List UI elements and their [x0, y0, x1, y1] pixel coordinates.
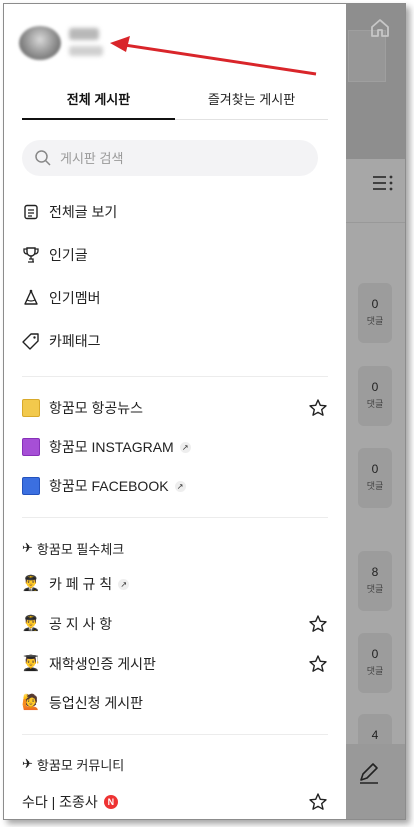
external-link-icon: ↗	[179, 441, 191, 453]
menu-cafe-tags[interactable]: 카페태그	[22, 326, 338, 356]
background-divider	[346, 222, 405, 223]
section-divider	[22, 734, 328, 735]
party-hat-icon	[22, 289, 40, 307]
board-notices[interactable]: 👨‍✈️ 공 지 사 항	[22, 609, 338, 639]
favorite-star-icon[interactable]	[308, 654, 328, 674]
section-divider	[22, 376, 328, 377]
annotation-arrow	[110, 36, 317, 76]
section-divider	[22, 517, 328, 518]
board-facebook[interactable]: 항꿈모 FACEBOOK ↗	[22, 471, 338, 501]
external-link-icon: ↗	[174, 480, 186, 492]
blurred-nickname	[69, 28, 99, 40]
trophy-icon	[22, 246, 40, 264]
menu-popular-members[interactable]: 인기멤버	[22, 283, 338, 313]
menu-all-posts[interactable]: 전체글 보기	[22, 197, 338, 227]
airplane-icon: ✈	[22, 756, 33, 771]
background-app: 0 댓글 0 댓글 0 댓글 8 댓글 0 댓글 4	[346, 4, 405, 819]
tab-favorite-boards[interactable]: 즐겨찾는 게시판	[175, 82, 328, 120]
board-tabs: 전체 게시판 즐겨찾는 게시판	[22, 82, 328, 120]
background-bottom-bar	[346, 744, 405, 819]
menu-popular-posts[interactable]: 인기글	[22, 240, 338, 270]
board-aviation-news[interactable]: 항꿈모 항공뉴스	[22, 393, 338, 423]
raising-hand-icon: 🙋	[21, 694, 41, 711]
favorite-star-icon[interactable]	[308, 398, 328, 418]
blurred-member-level	[69, 46, 103, 56]
favorite-star-icon[interactable]	[308, 792, 328, 812]
screenshot-frame: 0 댓글 0 댓글 0 댓글 8 댓글 0 댓글 4 전체 게시판 즐겨찾는 게시판	[3, 3, 406, 820]
board-instagram[interactable]: 항꿈모 INSTAGRAM ↗	[22, 432, 338, 462]
side-drawer: 전체 게시판 즐겨찾는 게시판 전체글 보기 인기글 인기멤버 카페태그	[4, 4, 346, 819]
board-cafe-rules[interactable]: 👨‍✈️ 카 페 규 칙 ↗	[22, 569, 338, 599]
board-student-verification[interactable]: 👨‍🎓 재학생인증 게시판	[22, 649, 338, 679]
board-chat-pilot[interactable]: 수다 | 조종사 N	[22, 787, 338, 817]
comment-count-card: 0 댓글	[358, 283, 392, 343]
list-menu-icon	[373, 175, 393, 191]
write-pencil-icon	[360, 763, 378, 784]
comment-count-card: 8 댓글	[358, 551, 392, 611]
section-header-essentials: ✈ 항꿈모 필수체크	[22, 540, 125, 557]
new-badge: N	[103, 795, 118, 809]
comment-count-card: 0 댓글	[358, 366, 392, 426]
search-input[interactable]	[60, 140, 300, 176]
pilot-icon: 👨‍✈️	[21, 575, 41, 592]
search-icon	[35, 150, 51, 166]
section-header-community: ✈ 항꿈모 커뮤니티	[22, 756, 125, 773]
tab-all-boards[interactable]: 전체 게시판	[22, 82, 175, 120]
board-search[interactable]	[22, 140, 318, 176]
purple-square-icon	[22, 438, 40, 456]
blue-square-icon	[22, 477, 40, 495]
airplane-icon: ✈	[22, 540, 33, 555]
avatar	[19, 26, 61, 60]
student-icon: 👨‍🎓	[21, 655, 41, 672]
home-icon	[371, 19, 389, 37]
board-level-up-request[interactable]: 🙋 등업신청 게시판	[22, 688, 338, 718]
comment-count-card: 0 댓글	[358, 448, 392, 508]
document-icon	[22, 203, 40, 221]
comment-count-card: 0 댓글	[358, 633, 392, 693]
tag-icon	[22, 332, 40, 350]
external-link-icon: ↗	[118, 578, 130, 590]
favorite-star-icon[interactable]	[308, 614, 328, 634]
pilot-icon: 👨‍✈️	[21, 615, 41, 632]
background-header	[346, 4, 405, 159]
yellow-square-icon	[22, 399, 40, 417]
